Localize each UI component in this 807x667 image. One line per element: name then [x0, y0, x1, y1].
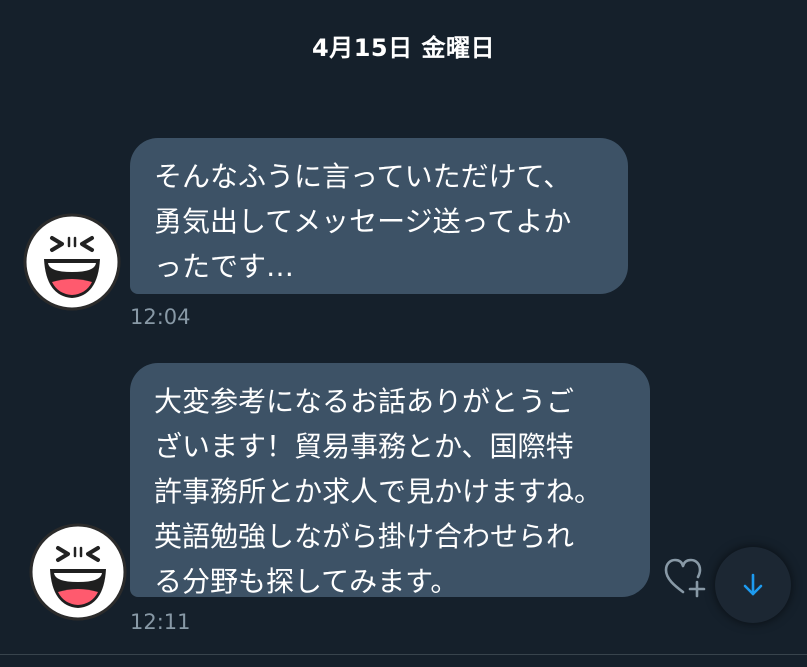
- message-text-line: ったです…: [154, 250, 295, 283]
- message-text-line: 英語勉強しながら掛け合わせられ: [154, 520, 575, 553]
- avatar[interactable]: [22, 212, 122, 312]
- add-reaction-button[interactable]: [663, 556, 709, 600]
- message-bubble[interactable]: そんなふうに言っていただけて、 勇気出してメッセージ送ってよか ったです…: [130, 138, 628, 294]
- divider: [0, 654, 807, 655]
- scroll-to-bottom-button[interactable]: [715, 547, 791, 623]
- message-bubble[interactable]: 大変参考になるお話ありがとうご ざいます！貿易事務とか、国際特 許事務所とか求人…: [130, 363, 650, 598]
- message-text-line: る分野も探してみます。: [154, 565, 459, 598]
- message-text-line: ざいます！貿易事務とか、国際特: [154, 430, 574, 463]
- message-text-line: 勇気出してメッセージ送ってよか: [154, 205, 572, 238]
- date-header: 4月15日 金曜日: [312, 34, 495, 62]
- laughing-face-icon: [23, 213, 121, 311]
- message-text-line: 許事務所とか求人で見かけますね。: [154, 475, 603, 508]
- message-text-line: そんなふうに言っていただけて、: [154, 160, 572, 193]
- laughing-face-icon: [29, 523, 127, 621]
- arrow-down-icon: [743, 573, 763, 596]
- message-timestamp: 12:11: [130, 610, 191, 634]
- dm-conversation-screen: 4月15日 金曜日 そんなふうに言っていただけて、 勇気出してメッセージ送ってよ…: [0, 0, 807, 667]
- message-text-line: 大変参考になるお話ありがとうご: [154, 385, 575, 418]
- avatar[interactable]: [28, 522, 128, 622]
- heart-add-icon: [664, 558, 706, 598]
- message-timestamp: 12:04: [130, 305, 191, 329]
